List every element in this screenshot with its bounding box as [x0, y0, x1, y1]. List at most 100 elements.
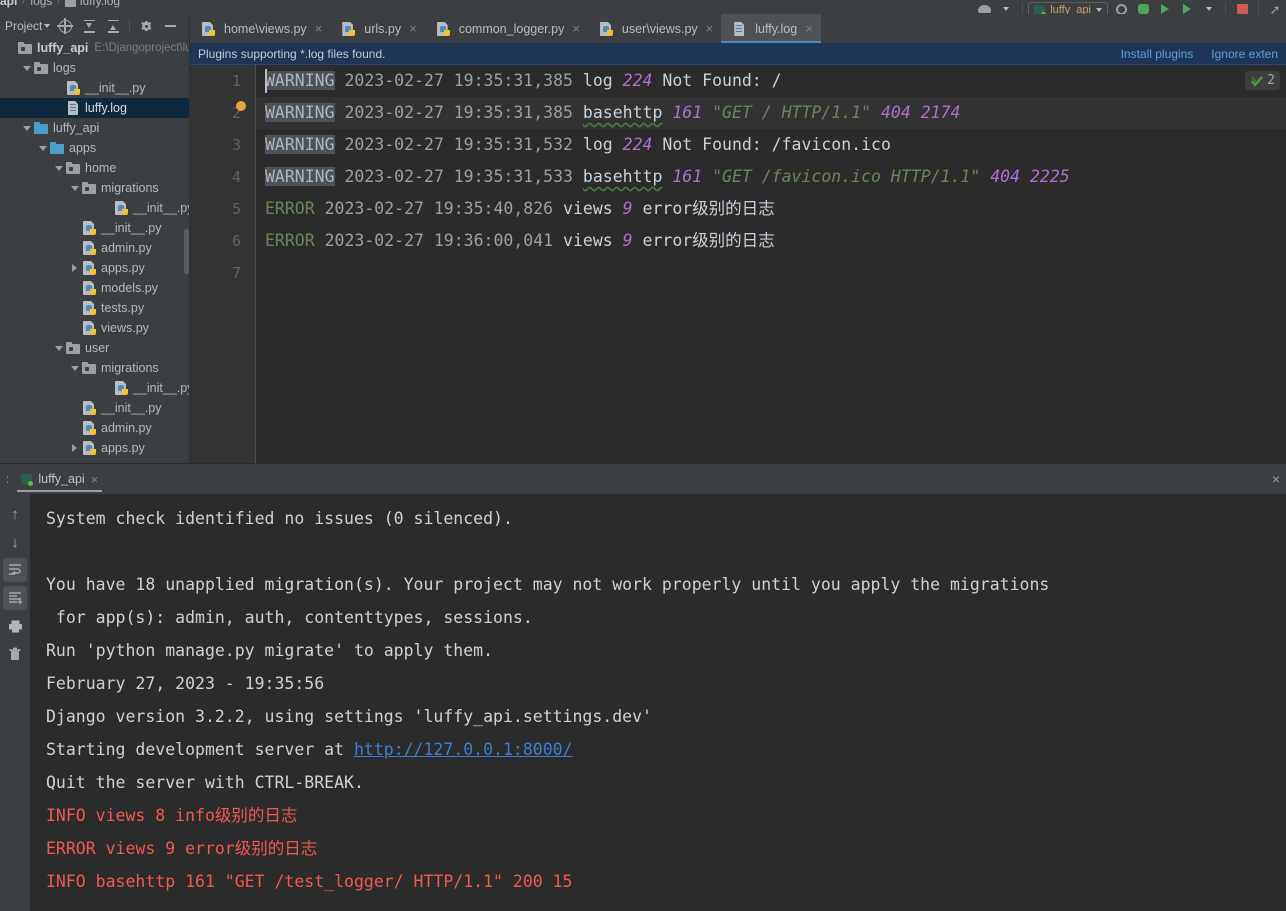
chevron-down-icon[interactable] — [20, 58, 33, 78]
tree-node-label: __init__.py — [133, 201, 189, 215]
soft-wrap-button[interactable] — [3, 558, 27, 582]
print-button[interactable] — [3, 614, 27, 638]
tree-node-label: logs — [53, 61, 76, 75]
project-tree[interactable]: luffy_api E:\Djangoproject\lu logs __init__… — [0, 38, 189, 463]
expand-all-button[interactable] — [78, 16, 100, 36]
tree-node-apps[interactable]: apps — [0, 138, 189, 158]
tree-node---init---py[interactable]: __init__.py — [0, 198, 189, 218]
editor-code-area[interactable]: WARNING 2023-02-27 19:35:31,385 log 224 … — [256, 65, 1286, 463]
code-token: log — [582, 135, 623, 154]
editor-gutter[interactable]: 1 2 3 4 5 6 7 — [190, 65, 256, 463]
tree-node-admin-py[interactable]: admin.py — [0, 418, 189, 438]
code-view: 1 2 3 4 5 6 7 WARNING 2023-02-27 19:35:31,385 … — [190, 65, 1286, 463]
close-icon[interactable]: × — [91, 472, 99, 487]
plugin-notification-bar: Plugins supporting *.log files found. In… — [190, 43, 1286, 65]
inspection-widget[interactable]: 2 — [1245, 71, 1280, 90]
source-folder-icon — [49, 140, 65, 156]
chevron-right-icon[interactable] — [68, 438, 81, 458]
bookmark-icon[interactable] — [236, 101, 246, 111]
breadcrumb-item[interactable]: logs — [30, 0, 52, 8]
code-token: 404 2174 — [880, 103, 961, 122]
tree-node-models-py[interactable]: models.py — [0, 278, 189, 298]
console-output[interactable]: System check identified no issues (0 sil… — [30, 494, 1286, 911]
tree-node-apps-py[interactable]: apps.py — [0, 258, 189, 278]
tree-node-luffy-api[interactable]: luffy_api — [0, 118, 189, 138]
tree-node---init---py[interactable]: __init__.py — [0, 378, 189, 398]
tree-node-logs[interactable]: logs — [0, 58, 189, 78]
tree-node-migrations[interactable]: migrations — [0, 178, 189, 198]
close-icon[interactable]: × — [315, 22, 323, 35]
hide-run-panel-button[interactable]: × — [1272, 471, 1280, 487]
scroll-to-end-button[interactable] — [3, 586, 27, 610]
console-text: System check identified no issues (0 sil… — [46, 509, 513, 528]
close-icon[interactable]: × — [409, 22, 417, 35]
breadcrumb-item[interactable]: api — [0, 0, 17, 8]
chevron-down-icon[interactable] — [68, 178, 81, 198]
tree-node-apps-py[interactable]: apps.py — [0, 438, 189, 458]
source-folder-icon — [33, 120, 49, 136]
hide-panel-button[interactable] — [159, 16, 181, 36]
notification-links: Install plugins Ignore exten — [1121, 47, 1278, 61]
scroll-to-end-icon — [9, 592, 22, 605]
tree-node-migrations[interactable]: migrations — [0, 358, 189, 378]
editor-tab-common_logger-py[interactable]: common_logger.py × — [425, 14, 588, 43]
chevron-down-icon[interactable] — [52, 338, 65, 358]
tree-node-luffy-log[interactable]: luffy.log — [0, 98, 189, 118]
tree-node-admin-py[interactable]: admin.py — [0, 238, 189, 258]
breadcrumb-item-label: logs — [30, 0, 53, 8]
tree-node-luffy-api[interactable]: luffy_api E:\Djangoproject\lu — [0, 38, 189, 58]
close-icon[interactable]: × — [572, 22, 580, 35]
project-panel-title[interactable]: Project — [3, 19, 52, 33]
close-icon[interactable]: × — [805, 22, 813, 35]
tree-node-label: apps.py — [101, 441, 145, 455]
editor-tab-user-views-py[interactable]: user\views.py × — [588, 14, 721, 43]
notification-link-ignore[interactable]: Ignore exten — [1211, 47, 1278, 61]
tree-node---init---py[interactable]: __init__.py — [0, 78, 189, 98]
clear-all-button[interactable] — [3, 642, 27, 666]
notification-link-install[interactable]: Install plugins — [1121, 47, 1194, 61]
chevron-down-icon[interactable] — [52, 158, 65, 178]
code-token: 224 — [622, 135, 653, 154]
collapse-all-button[interactable] — [102, 16, 124, 36]
editor-tab-urls-py[interactable]: urls.py × — [330, 14, 424, 43]
breadcrumb-separator: / — [57, 0, 61, 7]
tree-node---init---py[interactable]: __init__.py — [0, 398, 189, 418]
python-file-icon — [81, 420, 97, 436]
console-text: INFO views 8 info级别的日志 — [46, 806, 298, 825]
line-number: 5 — [231, 200, 241, 218]
chevron-down-icon[interactable] — [68, 358, 81, 378]
python-file-icon — [435, 21, 450, 36]
code-line: ERROR 2023-02-27 19:35:40,826 views 9 er… — [256, 193, 1286, 225]
chevron-right-icon[interactable] — [68, 258, 81, 278]
select-opened-file-button[interactable] — [54, 16, 76, 36]
tree-node-tests-py[interactable]: tests.py — [0, 298, 189, 318]
python-file-icon — [65, 80, 81, 96]
tree-node-home[interactable]: home — [0, 158, 189, 178]
folder-icon — [81, 360, 97, 376]
project-panel: Project luffy_api E:\Djangoproject\lu logs… — [0, 14, 190, 463]
console-text: Starting development server at — [46, 740, 354, 759]
project-tree-scrollbar[interactable] — [184, 229, 189, 274]
close-icon[interactable]: × — [706, 22, 714, 35]
console-link[interactable]: http://127.0.0.1:8000/ — [354, 740, 573, 759]
tree-node-user[interactable]: user — [0, 338, 189, 358]
scroll-up-button[interactable]: ↑ — [3, 502, 27, 526]
tree-node-label: luffy.log — [85, 101, 127, 115]
chevron-down-icon[interactable] — [20, 118, 33, 138]
editor-tab-home-views-py[interactable]: home\views.py × — [190, 14, 330, 43]
code-token: WARNING — [265, 167, 335, 186]
tree-node-views-py[interactable]: views.py — [0, 318, 189, 338]
tree-node---init---py[interactable]: __init__.py — [0, 218, 189, 238]
run-tab-luffy-api[interactable]: luffy_api × — [13, 465, 106, 493]
chevron-down-icon[interactable] — [36, 138, 49, 158]
tree-node-label: migrations — [101, 181, 159, 195]
line-number: 3 — [231, 136, 241, 154]
settings-button[interactable] — [135, 16, 157, 36]
scroll-down-button[interactable]: ↓ — [3, 530, 27, 554]
tree-node-path: E:\Djangoproject\lu — [94, 42, 189, 54]
breadcrumb-item[interactable]: luffy.log — [65, 0, 120, 8]
editor-tab-luffy-log[interactable]: luffy.log × — [721, 14, 821, 43]
